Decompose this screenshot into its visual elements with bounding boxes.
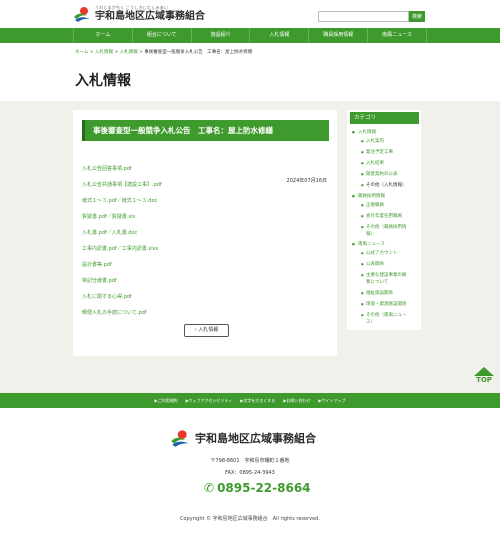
sidebar-item-disclosure[interactable]: 公表関係 [361,261,384,267]
site-footer: 宇和島地区広域事務組合 〒798-8601 宇和島市曙町１番地 FAX：0895… [0,408,500,541]
copyright: Copyright © 宇和島地区広域事務組合 All rights reser… [180,516,320,522]
top-label: TOP [476,376,492,384]
chevron-right-icon: › [194,327,197,333]
document-link[interactable]: 工事内訳書.pdf／工事内訳書.xlsx [82,245,158,252]
back-to-bidding-button[interactable]: › 入札情報 [184,324,229,337]
site-header: うわじまがちく こうしきじむくみあい 宇和島地区広域事務組合 検索 [0,0,500,28]
breadcrumb-home[interactable]: ホーム [75,50,88,55]
sidebar-item-bidding-other[interactable]: その他（入札情報） [361,182,406,188]
document-link[interactable]: 入札公告回答事項.pdf [82,165,132,172]
sidebar-item-planned-works[interactable]: 発注予定工事 [361,149,393,155]
breadcrumb-bidding[interactable]: 入札情報 [95,50,113,55]
back-button-label: 入札情報 [198,327,219,333]
footer-fax: FAX：0895-24-3943 [225,470,275,476]
footer-link-label: お問い合わせ [286,397,311,403]
notice-title: 事後審査型一般競争入札公告 工事名：屋上防水修繕 [82,120,329,141]
sidebar-heading: カテゴリ [350,112,419,124]
search-form: 検索 [318,11,425,22]
back-to-top-button[interactable]: TOP [474,367,494,387]
logo-mark-icon [170,428,190,448]
logo-mark-icon [73,5,91,23]
document-link[interactable]: 質疑書.pdf／質疑書.xls [82,213,135,220]
sidebar-item-bid-guide[interactable]: 入札案内 [361,138,384,144]
nav-item-home[interactable]: ホーム [73,28,133,43]
sidebar-item-bid-results[interactable]: 入札結果 [361,160,384,166]
document-link[interactable]: 入札に関する心得.pdf [82,293,132,300]
sidebar-item-recruit-other[interactable]: その他（職員採用情 [361,224,406,230]
nav-item-bidding[interactable]: 入札情報 [250,28,310,43]
footer-link-label: サイトマップ [321,397,346,403]
global-nav: ホーム 組合について 施設紹介 入札情報 職員採用情報 南風ニュース [0,28,500,43]
sidebar-item-bidding[interactable]: 入札情報 [352,129,376,135]
sidebar-item-regular-staff[interactable]: 正規職員 [361,202,384,208]
sidebar-item-official-accounts[interactable]: 公式アカウント [361,250,397,256]
sidebar-item-recruit-other-cont[interactable]: 報） [366,231,375,237]
document-link[interactable]: 郵便入札の手続について.pdf [82,309,147,316]
footer-phone[interactable]: ✆ 0895-22-8664 [204,481,311,495]
sidebar-item-recruit[interactable]: 職員採用情報 [352,193,385,199]
footer-logo: 宇和島地区広域事務組合 [170,428,316,448]
page-title: 入札情報 [75,73,131,89]
site-logo[interactable]: うわじまがちく こうしきじむくみあい 宇和島地区広域事務組合 [73,3,205,25]
footer-phone-number: 0895-22-8664 [217,481,311,495]
nav-item-about[interactable]: 組合について [133,28,192,43]
sidebar-item-private-contracts[interactable]: 随意契約の公表 [361,171,397,177]
logo-name: 宇和島地区広域事務組合 [95,11,205,22]
document-link[interactable]: 特記仕様書.pdf [82,277,117,284]
footer-link-font-size[interactable]: ▶文字を大きくする [240,398,275,404]
sidebar-item-major-projects[interactable]: 主要な建設事業の概 [361,272,406,278]
sidebar-item-news-other[interactable]: その他（南風ニュー [361,312,406,318]
arrow-up-icon [474,367,494,376]
footer-link-contact[interactable]: ▶お問い合わせ [283,398,310,404]
footer-link-terms[interactable]: ▶ご利用規約 [155,398,178,404]
sidebar-item-major-projects-cont[interactable]: 要について [366,279,388,285]
footer-link-sitemap[interactable]: ▶サイトマップ [318,398,345,404]
breadcrumb: ホーム > 入札情報 > 入札情報 > 事後審査型一般競争入札公告 工事名：屋上… [75,49,252,55]
footer-links: ▶ご利用規約 ▶ウェブアクセシビリティ ▶文字を大きくする ▶お問い合わせ ▶サ… [0,393,500,408]
search-button[interactable]: 検索 [409,11,425,22]
document-link[interactable]: 入札公告共通事項【建設工事】.pdf [82,181,162,188]
footer-address: 〒798-8601 宇和島市曙町１番地 [210,458,290,464]
footer-link-label: 文字を大きくする [243,397,276,403]
footer-link-accessibility[interactable]: ▶ウェブアクセシビリティ [186,398,233,404]
document-link[interactable]: 様式１～３.pdf／様式１～３.doc [82,197,157,204]
nav-item-news[interactable]: 南風ニュース [368,28,427,43]
phone-icon: ✆ [204,481,215,495]
nav-item-recruit[interactable]: 職員採用情報 [309,28,369,43]
search-input[interactable] [318,11,409,22]
nav-item-facilities[interactable]: 施設紹介 [192,28,251,43]
category-sidebar: カテゴリ 入札情報 入札案内 発注予定工事 入札結果 随意契約の公表 その他（入… [347,110,421,330]
footer-org-name: 宇和島地区広域事務組合 [195,432,316,445]
notice-date: 2024年07月16日 [286,178,327,184]
breadcrumb-sep: > [113,50,120,55]
main-article: 事後審査型一般競争入札公告 工事名：屋上防水修繕 2024年07月16日 入札公… [73,110,337,356]
document-link[interactable]: 入札書.pdf／入札書.doc [82,229,137,236]
sidebar-item-welfare[interactable]: 福祉施設関係 [361,290,393,296]
sidebar-item-environment[interactable]: 環境・資源施設関係 [361,301,406,307]
footer-link-label: ご利用規約 [157,397,178,403]
breadcrumb-bidding-sub[interactable]: 入札情報 [120,50,138,55]
document-link[interactable]: 設計書等.pdf [82,261,112,268]
sidebar-item-news-other-cont[interactable]: ス） [366,319,375,325]
sidebar-item-fiscal-staff[interactable]: 会計年度任用職員 [361,213,402,219]
footer-link-label: ウェブアクセシビリティ [188,397,233,403]
breadcrumb-current: 事後審査型一般競争入札公告 工事名：屋上防水修繕 [144,50,253,55]
sidebar-item-news[interactable]: 南風ニュース [352,241,385,247]
